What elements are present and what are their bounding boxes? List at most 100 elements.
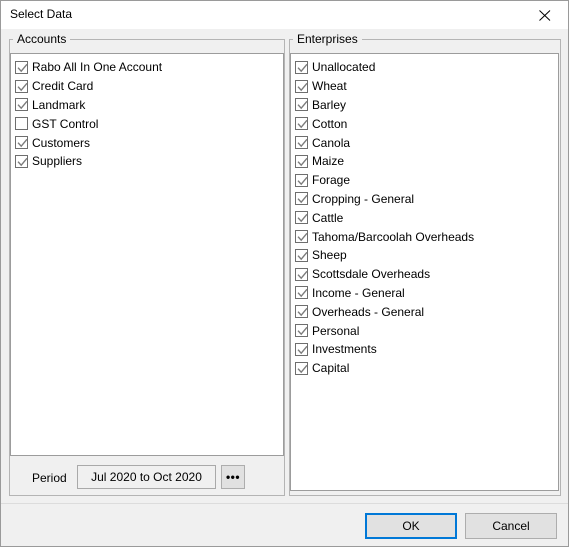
enterprise-list-item[interactable]: Wheat bbox=[291, 77, 558, 96]
checkbox-checked[interactable] bbox=[295, 342, 308, 356]
select-data-dialog: Select Data Accounts Rabo All In One Acc… bbox=[0, 0, 569, 547]
list-item-label: Scottsdale Overheads bbox=[312, 267, 431, 282]
period-browse-button[interactable]: ••• bbox=[221, 465, 245, 489]
enterprise-list-item[interactable]: Cropping - General bbox=[291, 190, 558, 209]
checkmark-icon bbox=[297, 214, 308, 223]
checkmark-icon bbox=[17, 101, 28, 110]
list-item-label: Forage bbox=[312, 173, 351, 188]
checkmark-icon bbox=[17, 82, 28, 91]
enterprise-list-item[interactable]: Personal bbox=[291, 321, 558, 340]
checkbox-checked[interactable] bbox=[295, 60, 308, 74]
checkmark-icon bbox=[297, 326, 308, 336]
list-item-label: Income - General bbox=[312, 285, 405, 300]
enterprise-list-item[interactable]: Barley bbox=[291, 96, 558, 115]
list-item-label: Capital bbox=[312, 361, 350, 376]
checkbox-checked[interactable] bbox=[295, 248, 308, 262]
enterprise-list-item[interactable]: Forage bbox=[291, 171, 558, 190]
period-label: Period bbox=[32, 471, 67, 485]
checkmark-icon bbox=[297, 251, 308, 261]
checkbox-checked[interactable] bbox=[295, 361, 308, 375]
checkmark-icon bbox=[297, 270, 308, 279]
enterprise-list-item[interactable]: Scottsdale Overheads bbox=[291, 265, 558, 284]
list-item-label: Maize bbox=[312, 154, 345, 169]
list-item-label: Cropping - General bbox=[312, 191, 415, 206]
checkbox-checked[interactable] bbox=[295, 98, 308, 112]
list-item-label: Customers bbox=[32, 135, 91, 150]
enterprise-list-item[interactable]: Cotton bbox=[291, 114, 558, 133]
account-list-item[interactable]: Landmark bbox=[11, 96, 283, 115]
account-list-item[interactable]: GST Control bbox=[11, 114, 283, 133]
list-item-label: Sheep bbox=[312, 248, 347, 263]
ellipsis-icon: ••• bbox=[225, 470, 241, 484]
checkbox-checked[interactable] bbox=[295, 230, 308, 244]
list-item-label: Wheat bbox=[312, 79, 347, 94]
list-item-label: Investments bbox=[312, 342, 377, 357]
enterprise-list-item[interactable]: Income - General bbox=[291, 284, 558, 303]
window-title: Select Data bbox=[10, 7, 73, 21]
enterprise-list-item[interactable]: Overheads - General bbox=[291, 302, 558, 321]
account-list-item[interactable]: Suppliers bbox=[11, 152, 283, 171]
checkmark-icon bbox=[17, 138, 28, 148]
enterprise-list-item[interactable]: Unallocated bbox=[291, 58, 558, 77]
list-item-label: Cotton bbox=[312, 116, 348, 131]
checkbox-checked[interactable] bbox=[295, 305, 308, 319]
list-item-label: Tahoma/Barcoolah Overheads bbox=[312, 229, 475, 244]
enterprise-list-item[interactable]: Sheep bbox=[291, 246, 558, 265]
enterprise-list-item[interactable]: Maize bbox=[291, 152, 558, 171]
checkbox-checked[interactable] bbox=[295, 192, 308, 206]
checkbox-checked[interactable] bbox=[295, 79, 308, 93]
list-item-label: GST Control bbox=[32, 116, 99, 131]
checkmark-icon bbox=[297, 195, 308, 204]
enterprises-list[interactable]: Unallocated Wheat Barley Cotton Canola Maize F… bbox=[290, 53, 559, 491]
checkbox-unchecked[interactable] bbox=[15, 117, 28, 131]
account-list-item[interactable]: Customers bbox=[11, 133, 283, 152]
checkmark-icon bbox=[297, 289, 308, 298]
checkmark-icon bbox=[297, 82, 308, 91]
checkbox-checked[interactable] bbox=[295, 154, 308, 168]
checkbox-checked[interactable] bbox=[295, 136, 308, 150]
account-list-item[interactable]: Rabo All In One Account bbox=[11, 58, 283, 77]
checkbox-checked[interactable] bbox=[295, 211, 308, 225]
checkmark-icon bbox=[297, 138, 308, 148]
list-item-label: Credit Card bbox=[32, 79, 94, 94]
checkbox-checked[interactable] bbox=[295, 267, 308, 281]
checkmark-icon bbox=[297, 345, 308, 355]
checkbox-checked[interactable] bbox=[15, 60, 28, 74]
enterprise-list-item[interactable]: Capital bbox=[291, 359, 558, 378]
period-value-field[interactable]: Jul 2020 to Oct 2020 bbox=[77, 465, 216, 489]
checkmark-icon bbox=[297, 308, 308, 317]
list-item-label: Barley bbox=[312, 97, 347, 112]
list-item-label: Canola bbox=[312, 135, 351, 150]
list-item-label: Personal bbox=[312, 323, 360, 338]
checkbox-checked[interactable] bbox=[15, 79, 28, 93]
checkbox-checked[interactable] bbox=[15, 154, 28, 168]
checkbox-checked[interactable] bbox=[15, 98, 28, 112]
list-item-label: Cattle bbox=[312, 210, 344, 225]
checkmark-icon bbox=[17, 63, 28, 73]
enterprises-group-label: Enterprises bbox=[293, 32, 362, 46]
cancel-button[interactable]: Cancel bbox=[465, 513, 557, 539]
checkbox-checked[interactable] bbox=[15, 136, 28, 150]
close-button[interactable] bbox=[523, 1, 568, 28]
checkbox-checked[interactable] bbox=[295, 117, 308, 131]
checkmark-icon bbox=[297, 176, 308, 185]
list-item-label: Rabo All In One Account bbox=[32, 60, 163, 75]
checkbox-checked[interactable] bbox=[295, 286, 308, 300]
account-list-item[interactable]: Credit Card bbox=[11, 77, 283, 96]
checkbox-checked[interactable] bbox=[295, 324, 308, 338]
ok-button[interactable]: OK bbox=[365, 513, 457, 539]
enterprise-list-item[interactable]: Canola bbox=[291, 133, 558, 152]
list-item-label: Suppliers bbox=[32, 154, 83, 169]
enterprise-list-item[interactable]: Tahoma/Barcoolah Overheads bbox=[291, 227, 558, 246]
list-item-label: Unallocated bbox=[312, 60, 376, 75]
list-item-label: Landmark bbox=[32, 97, 86, 112]
accounts-list[interactable]: Rabo All In One Account Credit Card Landma… bbox=[10, 53, 284, 456]
checkmark-icon bbox=[297, 232, 308, 242]
footer-bar: OK Cancel bbox=[1, 504, 568, 546]
title-bar: Select Data bbox=[1, 1, 568, 29]
enterprise-list-item[interactable]: Cattle bbox=[291, 208, 558, 227]
checkmark-icon bbox=[297, 101, 308, 110]
checkmark-icon bbox=[297, 120, 308, 129]
checkbox-checked[interactable] bbox=[295, 173, 308, 187]
enterprise-list-item[interactable]: Investments bbox=[291, 340, 558, 359]
